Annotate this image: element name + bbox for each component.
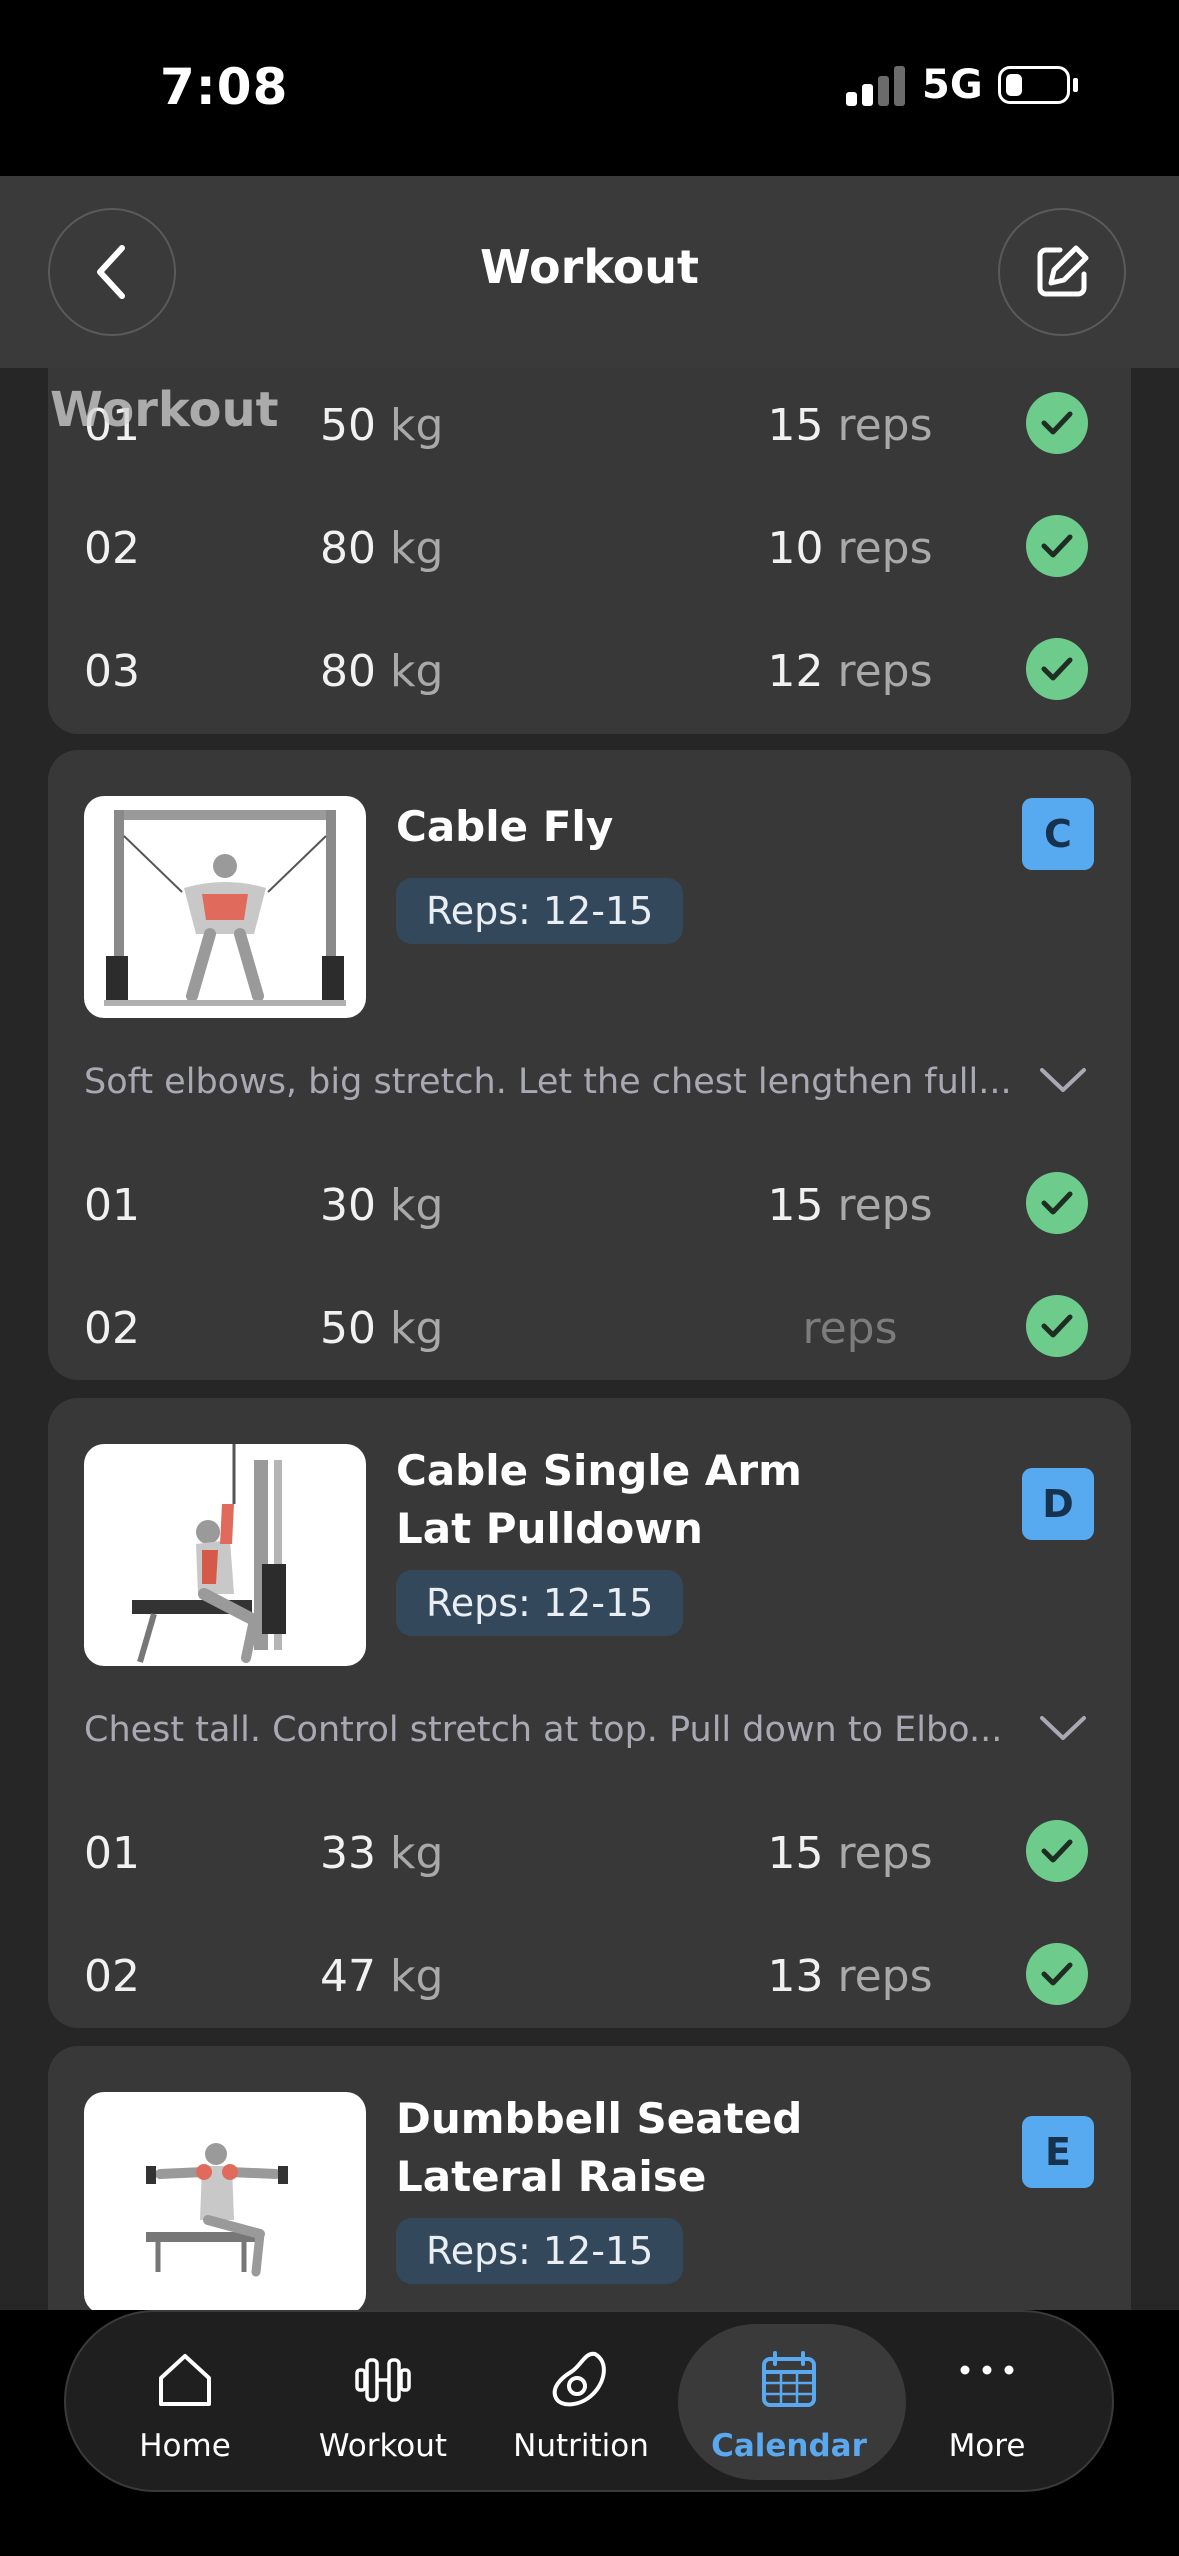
tab-bar: Home Workout Nutrition Calendar More: [64, 2310, 1114, 2492]
superset-letter-badge[interactable]: E: [1022, 2116, 1094, 2188]
set-reps[interactable]: 15 reps: [720, 1180, 980, 1231]
set-complete-check-icon[interactable]: [1026, 1295, 1088, 1357]
header: Workout: [0, 176, 1179, 368]
reps-target-badge: Reps: 12-15: [396, 2218, 684, 2284]
set-row[interactable]: 03 80 kg 12 reps: [48, 624, 1131, 714]
set-reps[interactable]: 15 reps: [720, 1828, 980, 1879]
set-weight[interactable]: 50 kg: [320, 1303, 443, 1354]
tab-label: Nutrition: [513, 2428, 649, 2464]
set-complete-check-icon[interactable]: [1026, 638, 1088, 700]
battery-icon: [998, 66, 1070, 104]
set-complete-check-icon[interactable]: [1026, 392, 1088, 454]
reps-target-badge: Reps: 12-15: [396, 878, 684, 944]
tab-workout[interactable]: Workout: [288, 2312, 478, 2492]
set-row[interactable]: 01 33 kg 15 reps: [48, 1806, 1131, 1896]
set-weight[interactable]: 30 kg: [320, 1180, 443, 1231]
set-row[interactable]: 02 50 kg reps: [48, 1281, 1131, 1371]
signal-icon: [846, 66, 906, 106]
exercise-notes[interactable]: Chest tall. Control stretch at top. Pull…: [84, 1710, 1002, 1750]
set-weight[interactable]: 33 kg: [320, 1828, 443, 1879]
tab-calendar[interactable]: Calendar: [694, 2312, 884, 2492]
more-icon: [960, 2365, 1014, 2375]
status-time: 7:08: [160, 58, 289, 116]
tab-nutrition[interactable]: Nutrition: [486, 2312, 676, 2492]
lat-pulldown-illustration: [132, 1444, 286, 1663]
set-number: 02: [84, 1951, 140, 2002]
set-weight[interactable]: 80 kg: [320, 646, 443, 697]
set-reps[interactable]: 13 reps: [720, 1951, 980, 2002]
exercise-card-lateral-raise: Dumbbell Seated Lateral Raise Reps: 12-1…: [48, 2046, 1131, 2310]
edit-button[interactable]: [998, 208, 1126, 336]
superset-letter-badge[interactable]: C: [1022, 798, 1094, 870]
scroll-overlay-title: Workout: [50, 382, 279, 438]
cable-fly-illustration: [104, 810, 346, 1006]
set-reps[interactable]: 15 reps: [720, 400, 980, 451]
chevron-down-icon[interactable]: [1038, 1714, 1088, 1744]
tab-home[interactable]: Home: [90, 2312, 280, 2492]
set-weight[interactable]: 50 kg: [320, 400, 443, 451]
exercise-card-cable-fly: Cable Fly Reps: 12-15 C Soft elbows, big…: [48, 750, 1131, 1380]
home-icon: [159, 2354, 211, 2406]
exercise-name: Cable Fly: [396, 802, 614, 851]
exercise-thumbnail[interactable]: [84, 2092, 366, 2310]
tab-label: Workout: [318, 2428, 448, 2464]
set-weight[interactable]: 80 kg: [320, 523, 443, 574]
lateral-raise-illustration: [146, 2143, 288, 2277]
superset-letter-badge[interactable]: D: [1022, 1468, 1094, 1540]
set-complete-check-icon[interactable]: [1026, 1820, 1088, 1882]
workout-list[interactable]: 01 50 kg 15 reps 02 80 kg 10 reps 03 80 …: [0, 368, 1179, 2310]
exercise-name: Dumbbell Seated Lateral Raise: [396, 2094, 803, 2201]
set-row[interactable]: 02 47 kg 13 reps: [48, 1929, 1131, 2019]
set-reps[interactable]: 10 reps: [720, 523, 980, 574]
exercise-thumbnail[interactable]: [84, 1444, 366, 1666]
reps-target-badge: Reps: 12-15: [396, 1570, 684, 1636]
set-row[interactable]: 02 80 kg 10 reps: [48, 501, 1131, 591]
tab-label: Calendar: [711, 2428, 867, 2464]
chevron-down-icon[interactable]: [1038, 1066, 1088, 1096]
set-complete-check-icon[interactable]: [1026, 515, 1088, 577]
tab-label: Home: [139, 2428, 231, 2464]
set-reps[interactable]: 12 reps: [720, 646, 980, 697]
calendar-icon: [762, 2351, 816, 2407]
set-complete-check-icon[interactable]: [1026, 1172, 1088, 1234]
set-row[interactable]: 01 30 kg 15 reps: [48, 1158, 1131, 1248]
set-weight[interactable]: 47 kg: [320, 1951, 443, 2002]
battery-nub: [1073, 78, 1078, 92]
network-label: 5G: [922, 62, 983, 108]
tab-label: More: [948, 2428, 1026, 2464]
set-number: 01: [84, 1828, 140, 1879]
exercise-notes[interactable]: Soft elbows, big stretch. Let the chest …: [84, 1062, 1012, 1102]
set-complete-check-icon[interactable]: [1026, 1943, 1088, 2005]
tab-more[interactable]: More: [892, 2312, 1082, 2492]
exercise-card-lat-pulldown: Cable Single Arm Lat Pulldown Reps: 12-1…: [48, 1398, 1131, 2028]
set-number: 02: [84, 523, 140, 574]
bottom-nav: Home Workout Nutrition Calendar More: [0, 2310, 1179, 2556]
dumbbell-icon: [355, 2358, 411, 2402]
set-number: 03: [84, 646, 140, 697]
exercise-name: Cable Single Arm Lat Pulldown: [396, 1446, 802, 1553]
set-number: 02: [84, 1303, 140, 1354]
edit-icon: [1037, 245, 1089, 297]
avocado-icon: [552, 2351, 606, 2407]
set-reps-empty[interactable]: reps: [720, 1303, 980, 1354]
status-bar: 7:08 5G: [0, 0, 1179, 176]
exercise-thumbnail[interactable]: [84, 796, 366, 1018]
set-number: 01: [84, 1180, 140, 1231]
